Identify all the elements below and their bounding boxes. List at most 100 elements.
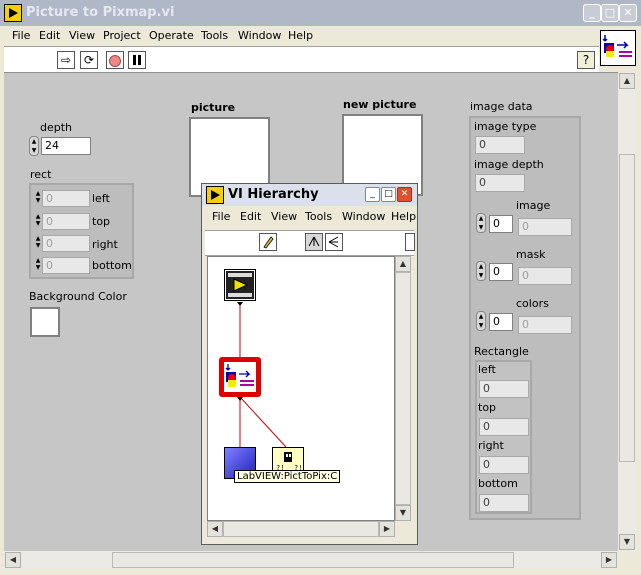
colors-index-spinner[interactable]: ▲ ▼ [476,311,486,331]
hierarchy-vertical-scrollbar[interactable]: ▲ ▼ [395,256,412,521]
vertical-layout-button[interactable] [305,233,323,251]
hierarchy-toolbar-overflow[interactable] [405,233,415,251]
rect-bottom-increment[interactable]: ▲ ▼ [34,257,42,273]
rect-left-value[interactable]: 0 [42,190,90,207]
title-bar: Picture to Pixmap.vi _ □ ✕ [0,0,641,26]
hierarchy-vertical-thumb[interactable] [395,272,411,505]
scroll-down-button[interactable]: ▼ [619,534,635,550]
maximize-button[interactable]: □ [601,4,619,22]
menu-window[interactable]: Window [238,29,281,42]
rectangle-bottom-value[interactable]: 0 [479,494,529,512]
menu-edit[interactable]: Edit [39,29,60,42]
hierarchy-maximize-button[interactable]: □ [381,187,396,202]
vertical-scrollbar[interactable]: ▲ ▼ [618,72,636,551]
rectangle-top-label: top [478,401,497,414]
colors-index-input[interactable]: 0 [489,313,513,331]
menu-project[interactable]: Project [103,29,141,42]
mask-array-element[interactable]: 0 [518,267,572,285]
hierarchy-toolbar [205,230,415,256]
colors-array-element[interactable]: 0 [518,316,572,334]
rect-bottom-label: bottom [92,259,132,272]
hierarchy-menu-edit[interactable]: Edit [240,210,261,223]
picture-label: picture [191,101,236,114]
hierarchy-menu-window[interactable]: Window [342,210,385,223]
rect-right-increment[interactable]: ▲ ▼ [34,235,42,251]
window-title: Picture to Pixmap.vi [26,5,175,20]
rectangle-top-value[interactable]: 0 [479,418,529,436]
depth-increment[interactable]: ▲ ▼ [29,136,39,156]
mask-index-spinner[interactable]: ▲ ▼ [476,261,486,281]
rect-right-value[interactable]: 0 [42,235,90,252]
picture-to-pixmap-vi-icon [226,271,254,299]
rectangle-right-label: right [478,439,504,452]
run-button[interactable]: ⇨ [57,51,75,69]
context-help-button[interactable]: ? [577,51,595,69]
hierarchy-canvas[interactable]: ?! ?! LabVIEW:PictToPix:C [207,256,395,521]
hierarchy-horizontal-thumb[interactable] [223,521,379,537]
new-picture-label: new picture [343,98,417,111]
vertical-scroll-thumb[interactable] [619,154,635,462]
hierarchy-window-icon [206,186,224,204]
rect-left-label: left [92,192,110,205]
abort-button[interactable] [106,51,124,69]
rectangle-left-value[interactable]: 0 [479,380,529,398]
depth-input[interactable]: 24 [41,137,91,155]
rect-label: rect [30,168,52,181]
close-button[interactable]: ✕ [619,4,637,22]
rect-left-increment[interactable]: ▲ ▼ [34,190,42,206]
hierarchy-menu-bar: File Edit View Tools Window Help [205,207,416,227]
background-color-label: Background Color [29,290,127,303]
hierarchy-horizontal-scrollbar[interactable]: ◀ ▶ [207,521,395,538]
rect-bottom-value[interactable]: 0 [42,257,90,274]
menu-help[interactable]: Help [288,29,313,42]
redraw-button[interactable] [259,233,277,251]
stop-icon [109,55,121,67]
selected-subvi-node[interactable] [219,357,261,397]
image-index-input[interactable]: 0 [489,215,513,233]
horizontal-scroll-thumb[interactable] [112,552,514,568]
mask-array-label: mask [516,248,546,261]
labview-vi-icon [4,4,22,22]
rect-top-increment[interactable]: ▲ ▼ [34,213,42,229]
image-data-label: image data [470,100,533,113]
hierarchy-menu-help[interactable]: Help [391,210,416,223]
image-depth-value[interactable]: 0 [475,174,525,192]
hierarchy-close-button[interactable]: ✕ [397,187,412,202]
rect-top-value[interactable]: 0 [42,213,90,230]
run-continuously-button[interactable]: ⟳ [80,51,98,69]
scroll-right-button[interactable]: ▶ [601,552,617,568]
hierarchy-scroll-up[interactable]: ▲ [395,256,411,272]
rectangle-right-value[interactable]: 0 [479,456,529,474]
hierarchy-menu-file[interactable]: File [212,210,230,223]
menu-file[interactable]: File [12,29,30,42]
top-vi-node[interactable] [224,269,256,301]
hierarchy-minimize-button[interactable]: _ [365,187,380,202]
menu-view[interactable]: View [69,29,95,42]
hierarchy-menu-tools[interactable]: Tools [305,210,332,223]
horizontal-scrollbar[interactable]: ◀ ▶ [4,551,618,569]
menu-bar: File Edit View Project Operate Tools Win… [4,26,599,46]
hierarchy-scroll-down[interactable]: ▼ [395,505,411,521]
mask-index-input[interactable]: 0 [489,263,513,281]
vi-connector-icon[interactable] [600,30,636,66]
vertical-layout-icon [308,236,320,247]
pause-button[interactable] [128,51,146,69]
rectangle-bottom-label: bottom [478,477,518,490]
image-depth-label: image depth [474,158,544,171]
horizontal-layout-button[interactable] [325,233,343,251]
background-color-box[interactable] [30,307,60,337]
minimize-button[interactable]: _ [583,4,601,22]
hierarchy-scroll-left[interactable]: ◀ [207,521,223,537]
rectangle-left-label: left [478,363,496,376]
hierarchy-menu-view[interactable]: View [271,210,297,223]
image-index-spinner[interactable]: ▲ ▼ [476,213,486,233]
image-array-element[interactable]: 0 [518,218,572,236]
pencil-icon [263,236,274,249]
hierarchy-window-title: VI Hierarchy [228,187,319,202]
menu-operate[interactable]: Operate [149,29,194,42]
image-type-value[interactable]: 0 [475,136,525,154]
hierarchy-scroll-right[interactable]: ▶ [379,521,395,537]
menu-tools[interactable]: Tools [201,29,228,42]
scroll-left-button[interactable]: ◀ [5,552,21,568]
scroll-up-button[interactable]: ▲ [619,73,635,89]
